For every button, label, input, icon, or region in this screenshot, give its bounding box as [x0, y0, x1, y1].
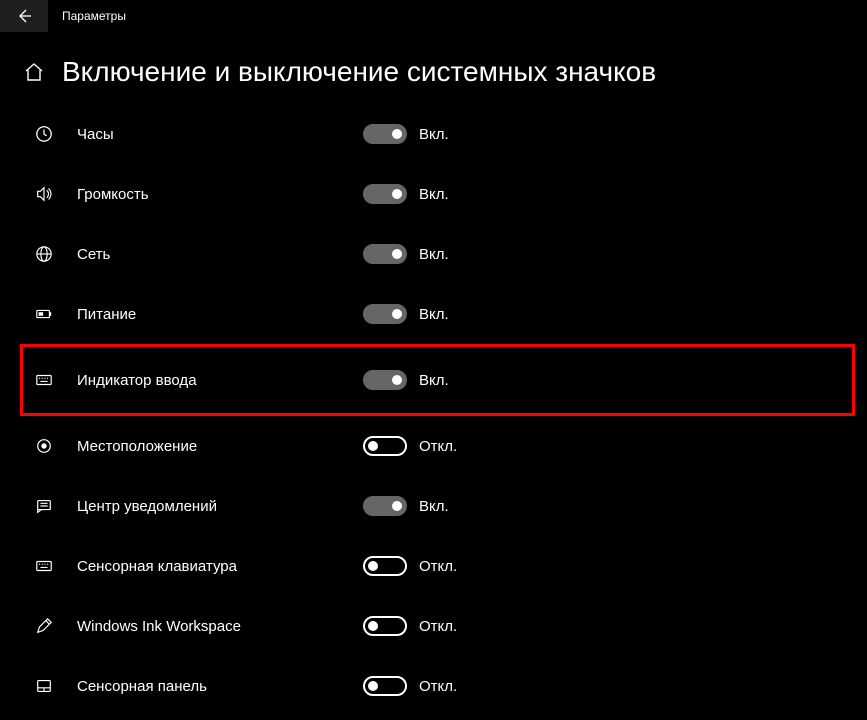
- row-windows-ink: Windows Ink Workspace Откл.: [20, 596, 855, 656]
- pen-icon: [33, 615, 55, 637]
- clock-icon: [33, 123, 55, 145]
- toggle-state-label: Откл.: [419, 678, 457, 695]
- toggle-location[interactable]: [363, 436, 407, 456]
- page-title: Включение и выключение системных значков: [62, 56, 656, 88]
- toggle-network[interactable]: [363, 244, 407, 264]
- volume-icon: [33, 183, 55, 205]
- row-label: Индикатор ввода: [77, 372, 363, 389]
- toggle-state-label: Вкл.: [419, 246, 449, 263]
- battery-icon: [33, 303, 55, 325]
- touchpad-icon: [33, 675, 55, 697]
- row-label: Сенсорная панель: [77, 678, 363, 695]
- row-network: Сеть Вкл.: [20, 224, 855, 284]
- app-title: Параметры: [62, 9, 126, 23]
- row-volume: Громкость Вкл.: [20, 164, 855, 224]
- row-label: Местоположение: [77, 438, 363, 455]
- toggle-state-label: Вкл.: [419, 372, 449, 389]
- row-action-center: Центр уведомлений Вкл.: [20, 476, 855, 536]
- row-input-indicator: Индикатор ввода Вкл.: [20, 344, 855, 416]
- row-location: Местоположение Откл.: [20, 416, 855, 476]
- toggle-windows-ink[interactable]: [363, 616, 407, 636]
- toggle-state-label: Вкл.: [419, 186, 449, 203]
- toggle-touchpad[interactable]: [363, 676, 407, 696]
- toggle-input-indicator[interactable]: [363, 370, 407, 390]
- row-power: Питание Вкл.: [20, 284, 855, 344]
- row-clock: Часы Вкл.: [20, 104, 855, 164]
- location-icon: [33, 435, 55, 457]
- toggle-power[interactable]: [363, 304, 407, 324]
- toggle-state-label: Откл.: [419, 438, 457, 455]
- system-icons-list: Часы Вкл. Громкость Вкл. Сеть Вкл. Питание Вкл.…: [0, 100, 867, 716]
- toggle-state-label: Вкл.: [419, 498, 449, 515]
- toggle-action-center[interactable]: [363, 496, 407, 516]
- keyboard-icon: [33, 555, 55, 577]
- row-label: Громкость: [77, 186, 363, 203]
- row-label: Сеть: [77, 246, 363, 263]
- toggle-volume[interactable]: [363, 184, 407, 204]
- row-label: Часы: [77, 126, 363, 143]
- row-label: Центр уведомлений: [77, 498, 363, 515]
- row-label: Питание: [77, 306, 363, 323]
- back-button[interactable]: [0, 0, 48, 32]
- toggle-touch-keyboard[interactable]: [363, 556, 407, 576]
- notification-icon: [33, 495, 55, 517]
- row-touch-keyboard: Сенсорная клавиатура Откл.: [20, 536, 855, 596]
- row-label: Сенсорная клавиатура: [77, 558, 363, 575]
- row-touchpad: Сенсорная панель Откл.: [20, 656, 855, 716]
- toggle-state-label: Вкл.: [419, 306, 449, 323]
- home-icon[interactable]: [24, 62, 44, 82]
- toggle-clock[interactable]: [363, 124, 407, 144]
- keyboard-icon: [33, 369, 55, 391]
- toggle-state-label: Вкл.: [419, 126, 449, 143]
- toggle-state-label: Откл.: [419, 618, 457, 635]
- toggle-state-label: Откл.: [419, 558, 457, 575]
- globe-icon: [33, 243, 55, 265]
- row-label: Windows Ink Workspace: [77, 618, 363, 635]
- arrow-left-icon: [16, 8, 32, 24]
